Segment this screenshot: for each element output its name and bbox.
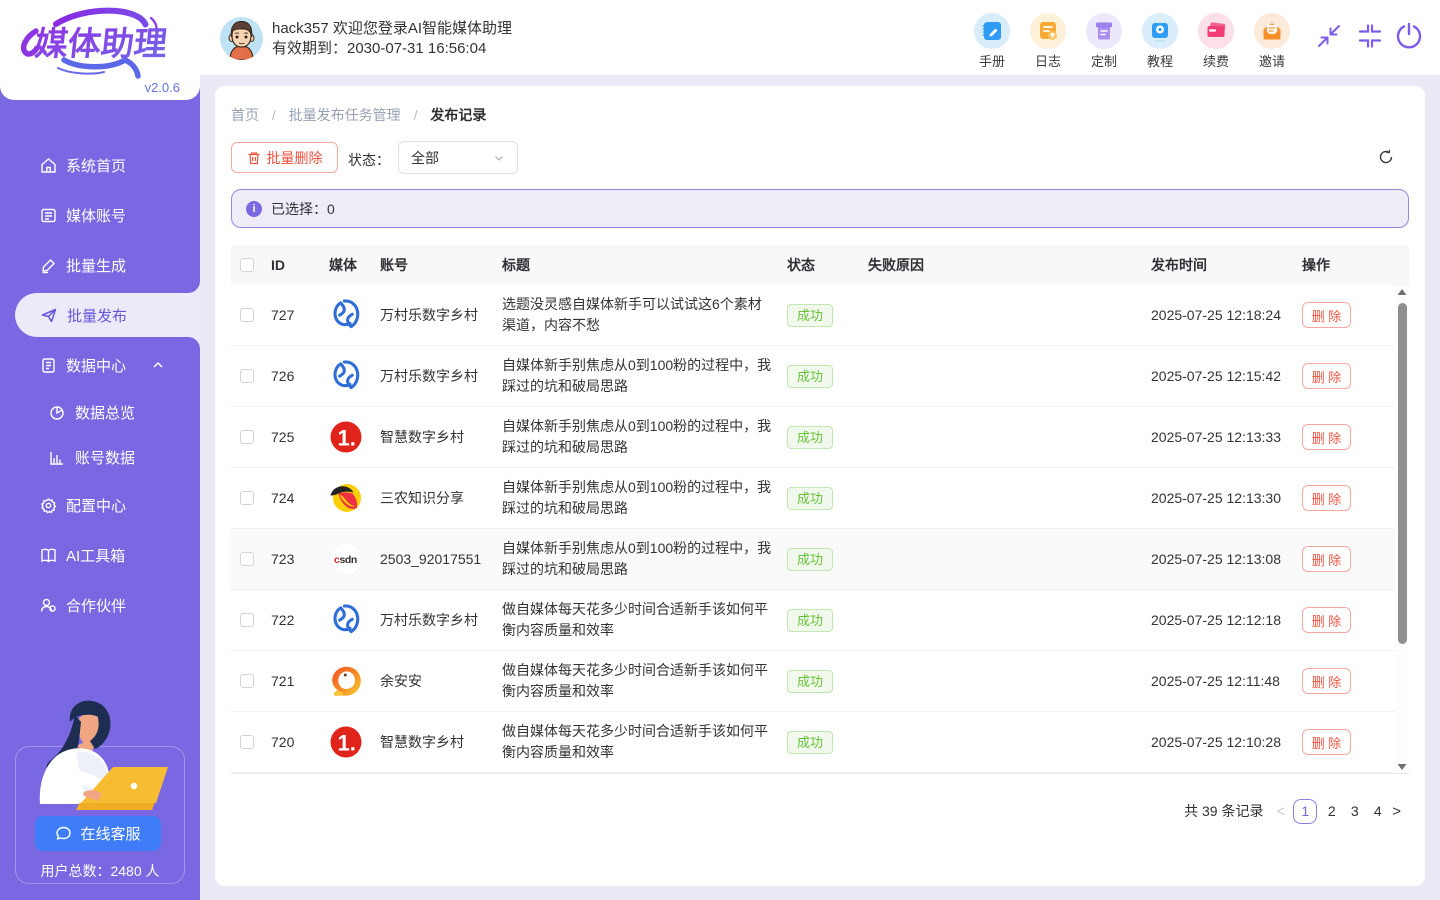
svg-text:1.: 1.	[338, 731, 356, 756]
svg-text:媒体助理: 媒体助理	[33, 26, 169, 63]
svg-text:csdn: csdn	[334, 554, 357, 566]
svg-text:1.: 1.	[338, 426, 356, 451]
